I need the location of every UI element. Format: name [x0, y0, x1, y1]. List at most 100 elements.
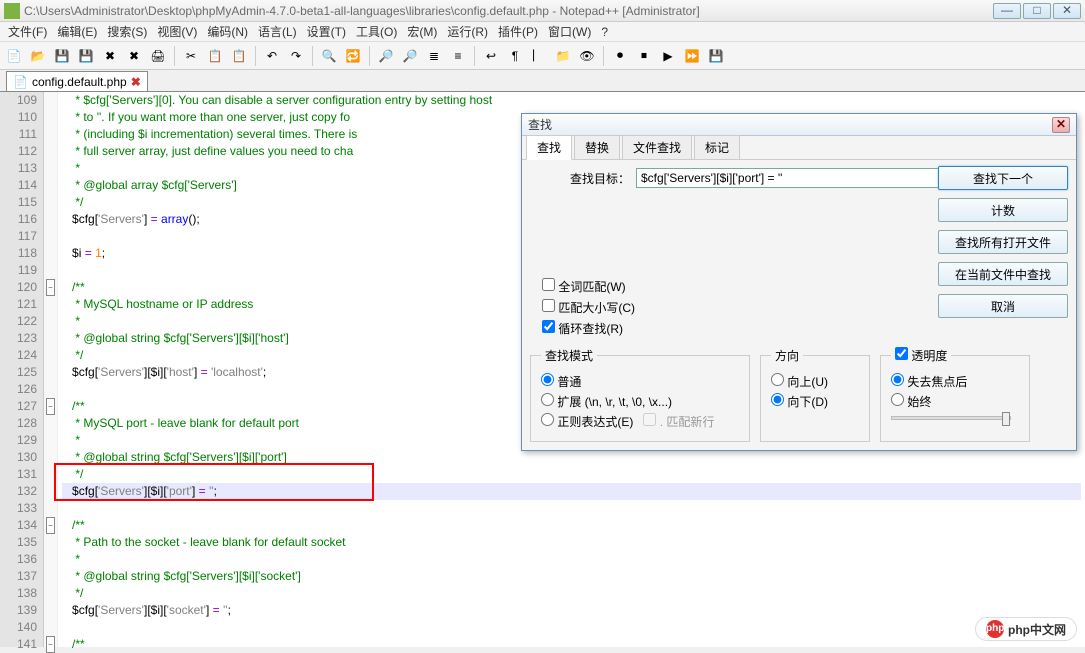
code-line[interactable]: /**: [62, 636, 1081, 653]
search-mode-group: 查找模式 普通 扩展 (\n, \r, \t, \0, \x...) 正则表达式…: [530, 347, 750, 442]
file-tab[interactable]: 📄 config.default.php ✖: [6, 71, 148, 91]
undo-icon[interactable]: ↶: [262, 46, 282, 66]
dialog-tabs: 查找替换文件查找标记: [522, 136, 1076, 160]
transparency-blur-radio[interactable]: 失去焦点后: [891, 373, 1019, 390]
code-line[interactable]: */: [62, 585, 1081, 602]
dialog-tab[interactable]: 替换: [574, 135, 620, 159]
new-file-icon[interactable]: 📄: [4, 46, 24, 66]
save-macro-icon[interactable]: 💾: [706, 46, 726, 66]
zoom-out-icon[interactable]: 🔎: [400, 46, 420, 66]
find-next-button[interactable]: 查找下一个: [938, 166, 1068, 190]
code-line[interactable]: [62, 619, 1081, 636]
code-line[interactable]: */: [62, 466, 1081, 483]
menu-item[interactable]: 编码(N): [203, 21, 252, 42]
cancel-button[interactable]: 取消: [938, 294, 1068, 318]
transparency-legend[interactable]: 透明度: [891, 347, 951, 364]
file-icon: 📄: [13, 75, 28, 89]
file-tab-label: config.default.php: [32, 75, 127, 89]
mode-normal-radio[interactable]: 普通: [541, 373, 739, 390]
lang-icon[interactable]: 📁: [553, 46, 573, 66]
code-line[interactable]: * @global string $cfg['Servers'][$i]['so…: [62, 568, 1081, 585]
wordwrap-icon[interactable]: ↩: [481, 46, 501, 66]
cut-icon[interactable]: ✂: [181, 46, 201, 66]
record-macro-icon[interactable]: ⏺: [610, 46, 630, 66]
redo-icon[interactable]: ↷: [286, 46, 306, 66]
code-line[interactable]: [62, 500, 1081, 517]
fast-macro-icon[interactable]: ⏩: [682, 46, 702, 66]
menu-item[interactable]: 工具(O): [352, 21, 401, 42]
show-all-icon[interactable]: ¶: [505, 46, 525, 66]
search-mode-legend: 查找模式: [541, 347, 597, 364]
save-icon[interactable]: 💾: [52, 46, 72, 66]
monitor-icon[interactable]: 👁: [577, 46, 597, 66]
line-number-gutter: 1091101111121131141151161171181191201211…: [0, 92, 44, 647]
open-file-icon[interactable]: 📂: [28, 46, 48, 66]
menu-item[interactable]: 视图(V): [153, 21, 201, 42]
watermark-logo-icon: php: [986, 620, 1004, 638]
transparency-always-radio[interactable]: 始终: [891, 393, 1019, 410]
toolbar: 📄 📂 💾 💾 ✖ ✖ 🖨 ✂ 📋 📋 ↶ ↷ 🔍 🔁 🔎 🔎 ≣ ≡ ↩ ¶ …: [0, 42, 1085, 70]
fold-column[interactable]: −−−−: [44, 92, 58, 647]
close-file-icon[interactable]: ✖: [100, 46, 120, 66]
window-title: C:\Users\Administrator\Desktop\phpMyAdmi…: [24, 4, 993, 18]
find-all-open-button[interactable]: 查找所有打开文件: [938, 230, 1068, 254]
direction-group: 方向 向上(U) 向下(D): [760, 347, 870, 442]
code-line[interactable]: /**: [62, 517, 1081, 534]
dialog-tab[interactable]: 查找: [526, 135, 572, 160]
direction-down-radio[interactable]: 向下(D): [771, 393, 859, 410]
watermark-text: php中文网: [1008, 621, 1066, 638]
dialog-close-icon[interactable]: ✕: [1052, 117, 1070, 133]
tab-bar: 📄 config.default.php ✖: [0, 70, 1085, 92]
indent-guide-icon[interactable]: ⎸: [529, 46, 549, 66]
dialog-tab[interactable]: 标记: [694, 135, 740, 159]
menu-item[interactable]: 语言(L): [254, 21, 301, 42]
code-line[interactable]: * @global string $cfg['Servers'][$i]['po…: [62, 449, 1081, 466]
minimize-button[interactable]: —: [993, 3, 1021, 19]
maximize-button[interactable]: □: [1023, 3, 1051, 19]
menu-item[interactable]: 宏(M): [403, 21, 441, 42]
find-in-current-button[interactable]: 在当前文件中查找: [938, 262, 1068, 286]
code-line[interactable]: $cfg['Servers'][$i]['port'] = '';: [62, 483, 1081, 500]
count-button[interactable]: 计数: [938, 198, 1068, 222]
mode-regex-radio[interactable]: 正则表达式(E) . 匹配新行: [541, 413, 739, 430]
paste-icon[interactable]: 📋: [229, 46, 249, 66]
menu-item[interactable]: 搜索(S): [103, 21, 151, 42]
sync-h-icon[interactable]: ≡: [448, 46, 468, 66]
copy-icon[interactable]: 📋: [205, 46, 225, 66]
find-dialog: 查找 ✕ 查找替换文件查找标记 查找目标： ▾ 查找下一个 计数 查找所有打开文…: [521, 113, 1077, 451]
play-macro-icon[interactable]: ▶: [658, 46, 678, 66]
menu-item[interactable]: 编辑(E): [53, 21, 101, 42]
menu-item[interactable]: 运行(R): [443, 21, 492, 42]
print-icon[interactable]: 🖨: [148, 46, 168, 66]
wrap-checkbox[interactable]: 循环查找(R): [542, 320, 1068, 337]
dialog-tab[interactable]: 文件查找: [622, 135, 692, 159]
find-icon[interactable]: 🔍: [319, 46, 339, 66]
code-line[interactable]: * Path to the socket - leave blank for d…: [62, 534, 1081, 551]
stop-macro-icon[interactable]: ⏹: [634, 46, 654, 66]
menu-bar: 文件(F)编辑(E)搜索(S)视图(V)编码(N)语言(L)设置(T)工具(O)…: [0, 22, 1085, 42]
menu-item[interactable]: 窗口(W): [544, 21, 595, 42]
watermark: php php中文网: [975, 617, 1077, 641]
transparency-slider[interactable]: [891, 416, 1011, 420]
sync-v-icon[interactable]: ≣: [424, 46, 444, 66]
title-bar: C:\Users\Administrator\Desktop\phpMyAdmi…: [0, 0, 1085, 22]
menu-item[interactable]: ?: [597, 23, 612, 41]
mode-extended-radio[interactable]: 扩展 (\n, \r, \t, \0, \x...): [541, 393, 739, 410]
replace-icon[interactable]: 🔁: [343, 46, 363, 66]
code-line[interactable]: *: [62, 551, 1081, 568]
app-icon: [4, 3, 20, 19]
code-line[interactable]: * $cfg['Servers'][0]. You can disable a …: [62, 92, 1081, 109]
close-button[interactable]: ✕: [1053, 3, 1081, 19]
zoom-in-icon[interactable]: 🔎: [376, 46, 396, 66]
direction-legend: 方向: [771, 347, 803, 364]
direction-up-radio[interactable]: 向上(U): [771, 373, 859, 390]
tab-close-icon[interactable]: ✖: [131, 75, 141, 89]
menu-item[interactable]: 设置(T): [303, 21, 350, 42]
save-all-icon[interactable]: 💾: [76, 46, 96, 66]
dialog-titlebar[interactable]: 查找 ✕: [522, 114, 1076, 136]
menu-item[interactable]: 插件(P): [494, 21, 542, 42]
close-all-icon[interactable]: ✖: [124, 46, 144, 66]
dialog-title: 查找: [528, 116, 1052, 133]
menu-item[interactable]: 文件(F): [4, 21, 51, 42]
code-line[interactable]: $cfg['Servers'][$i]['socket'] = '';: [62, 602, 1081, 619]
